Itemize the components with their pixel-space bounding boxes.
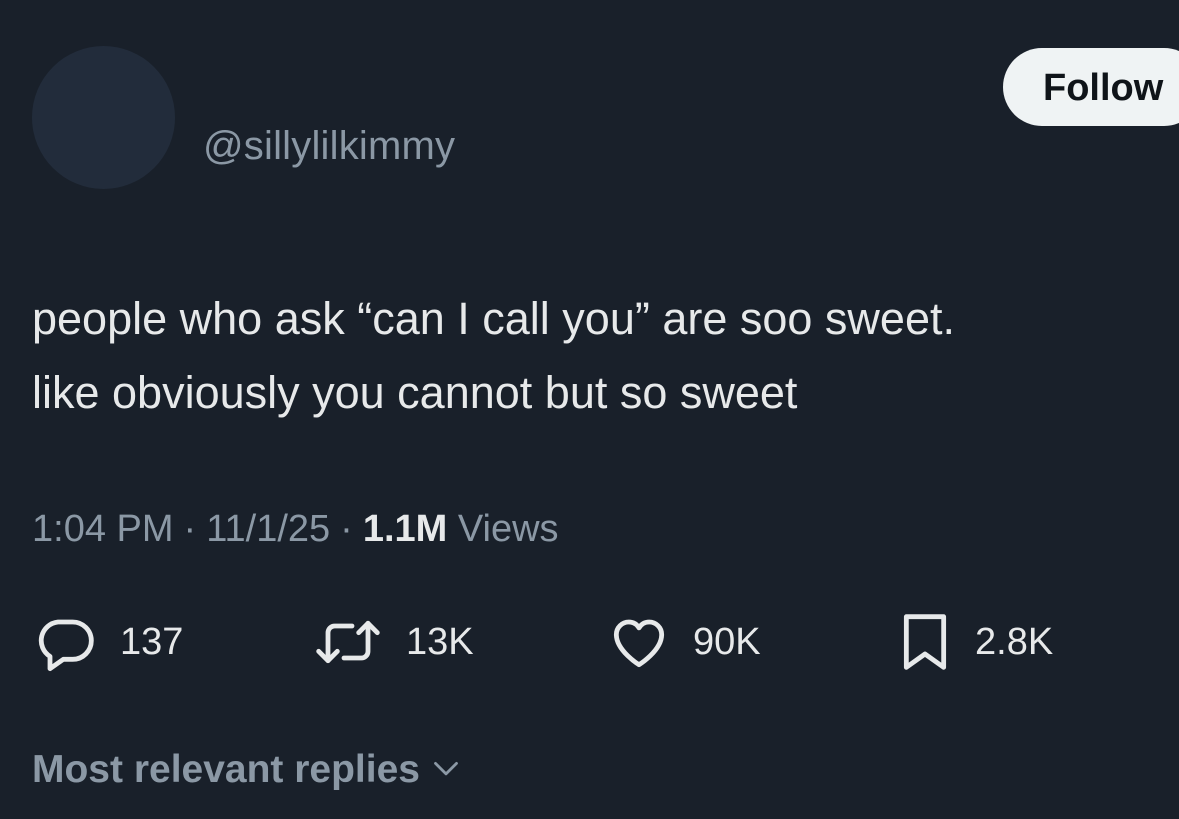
bookmark-button[interactable]: 2.8K [897, 610, 1053, 674]
bookmark-count: 2.8K [975, 620, 1054, 663]
tweet-date[interactable]: 11/1/25 [206, 508, 330, 550]
meta-separator: · [183, 508, 197, 550]
tweet-actions: 137 13K 90K 2.8K [0, 610, 1179, 674]
replies-sort-dropdown[interactable]: Most relevant replies [32, 748, 460, 792]
meta-separator: · [340, 508, 353, 550]
follow-button[interactable]: Follow [1003, 48, 1179, 126]
views-count: 1.1M [362, 508, 448, 550]
bookmark-icon [897, 610, 953, 674]
tweet-time[interactable]: 1:04 PM [32, 508, 174, 550]
tweet-meta: 1:04 PM · 11/1/25 · 1.1M Views [32, 508, 559, 551]
like-button[interactable]: 90K [607, 610, 761, 674]
like-count: 90K [693, 620, 761, 663]
repost-count: 13K [406, 620, 474, 663]
replies-sort-label: Most relevant replies [32, 748, 420, 791]
chevron-down-icon [420, 754, 460, 787]
reply-bubble-icon [34, 610, 98, 674]
tweet-text-line: like obviously you cannot but so sweet [32, 367, 798, 418]
repost-arrows-icon [312, 610, 384, 674]
tweet-text-line: people who ask “can I call you” are soo … [32, 293, 955, 344]
author-handle[interactable]: @sillylilkimmy [203, 124, 455, 169]
reply-count: 137 [120, 620, 184, 663]
avatar[interactable] [32, 46, 175, 189]
repost-button[interactable]: 13K [312, 610, 474, 674]
tweet-text: people who ask “can I call you” are soo … [32, 282, 1172, 430]
heart-icon [607, 610, 671, 674]
reply-button[interactable]: 137 [34, 610, 183, 674]
views-label: Views [457, 508, 559, 550]
